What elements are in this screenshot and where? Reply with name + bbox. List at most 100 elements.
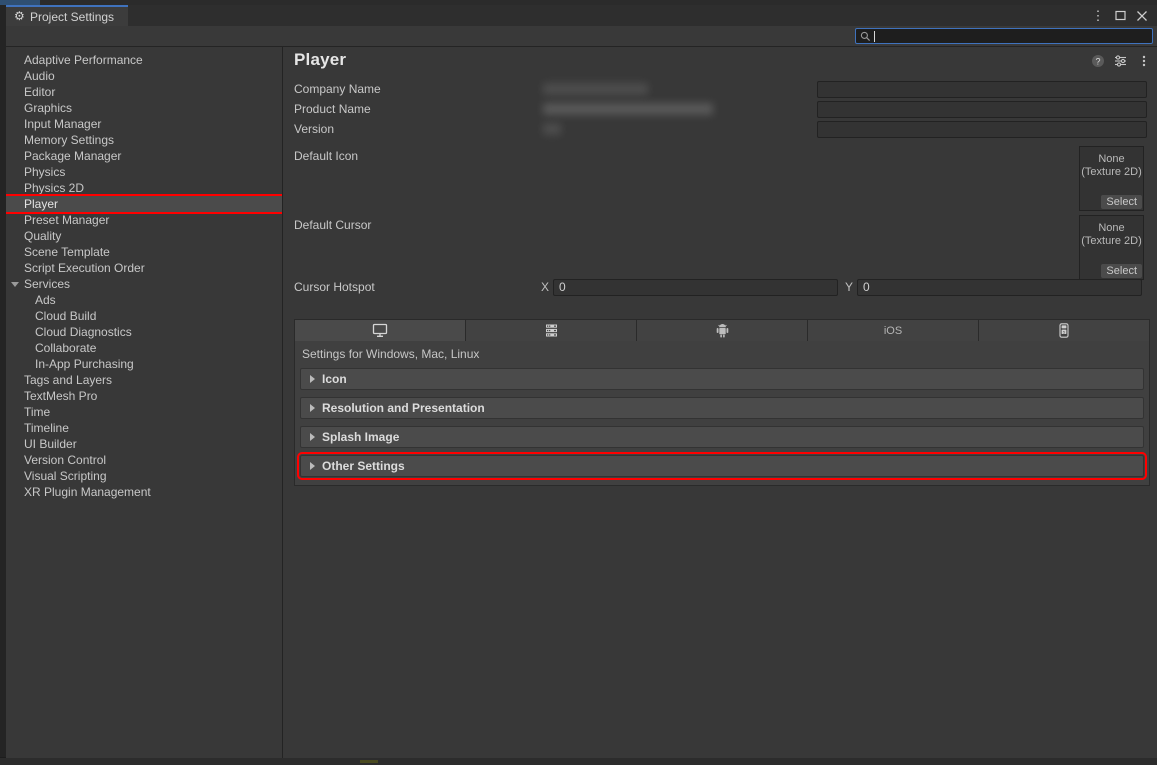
foldout-label: Other Settings: [322, 459, 405, 473]
settings-category-list[interactable]: Adaptive Performance Audio Editor Graphi…: [6, 47, 283, 758]
close-icon[interactable]: [1131, 5, 1153, 26]
platform-tab-bar: iOS 5: [294, 319, 1150, 341]
foldout-resolution-and-presentation[interactable]: Resolution and Presentation: [300, 397, 1144, 419]
sidebar-item-collaborate[interactable]: Collaborate: [6, 340, 282, 356]
page-title: Player: [294, 50, 347, 69]
sidebar-item-label: Visual Scripting: [24, 469, 107, 483]
field-row-company-name: Company Name: [283, 80, 1157, 100]
version-label: Version: [294, 122, 335, 136]
sidebar-item-quality[interactable]: Quality: [6, 228, 282, 244]
hotspot-y-label: Y: [845, 280, 854, 294]
preset-icon[interactable]: [1114, 54, 1128, 68]
sidebar-item-timeline[interactable]: Timeline: [6, 420, 282, 436]
android-tab[interactable]: [637, 320, 808, 341]
sidebar-item-label: Physics 2D: [24, 181, 85, 195]
ios-tab-label: iOS: [883, 324, 903, 337]
default-cursor-slot[interactable]: None (Texture 2D) Select: [1079, 215, 1144, 280]
sidebar-item-label: Collaborate: [35, 341, 97, 355]
sidebar-item-label: Script Execution Order: [24, 261, 145, 275]
sidebar-item-label: Preset Manager: [24, 213, 110, 227]
default-cursor-select-button[interactable]: Select: [1101, 264, 1142, 278]
foldout-label: Splash Image: [322, 430, 400, 444]
project-settings-window: ⚙ Project Settings ⋮ Adaptive Performanc…: [0, 0, 1157, 765]
player-settings-panel: Player ? Company Name Product Name Versi…: [283, 47, 1157, 758]
sidebar-item-label: Time: [24, 405, 51, 419]
search-box[interactable]: [855, 28, 1153, 44]
search-input[interactable]: [875, 29, 1148, 43]
version-redacted-value: [543, 123, 561, 135]
slot-type-label: (Texture 2D): [1081, 166, 1142, 178]
default-cursor-slot-text: None (Texture 2D): [1080, 222, 1143, 248]
sidebar-item-label: Audio: [24, 69, 55, 83]
chevron-right-icon: [310, 462, 315, 470]
hotspot-y-input[interactable]: 0: [857, 279, 1142, 296]
sidebar-item-label: Quality: [24, 229, 62, 243]
sidebar-item-audio[interactable]: Audio: [6, 68, 282, 84]
default-icon-label: Default Icon: [294, 149, 359, 163]
sidebar-item-ads[interactable]: Ads: [6, 292, 282, 308]
more-menu-icon[interactable]: [1137, 54, 1151, 68]
platform-tab-body: Settings for Windows, Mac, Linux Icon Re…: [294, 341, 1150, 486]
company-name-input[interactable]: [817, 81, 1147, 98]
search-toolbar: [6, 26, 1157, 47]
version-input[interactable]: [817, 121, 1147, 138]
sidebar-item-tags-and-layers[interactable]: Tags and Layers: [6, 372, 282, 388]
foldout-splash-image[interactable]: Splash Image: [300, 426, 1144, 448]
sidebar-item-package-manager[interactable]: Package Manager: [6, 148, 282, 164]
sidebar-item-adaptive-performance[interactable]: Adaptive Performance: [6, 52, 282, 68]
tab-project-settings[interactable]: ⚙ Project Settings: [6, 5, 129, 26]
company-name-label: Company Name: [294, 82, 381, 96]
sidebar-item-label: TextMesh Pro: [24, 389, 98, 403]
sidebar-item-label: Timeline: [24, 421, 69, 435]
standalone-tab[interactable]: [295, 320, 466, 341]
main-split: Adaptive Performance Audio Editor Graphi…: [6, 47, 1157, 758]
sidebar-item-preset-manager[interactable]: Preset Manager: [6, 212, 282, 228]
maximize-icon[interactable]: [1109, 5, 1131, 26]
sidebar-item-xr-plugin-management[interactable]: XR Plugin Management: [6, 484, 282, 500]
default-icon-slot[interactable]: None (Texture 2D) Select: [1079, 146, 1144, 211]
sidebar-item-physics[interactable]: Physics: [6, 164, 282, 180]
window-menu-icon[interactable]: ⋮: [1087, 5, 1109, 26]
sidebar-item-memory-settings[interactable]: Memory Settings: [6, 132, 282, 148]
dedicated-server-tab[interactable]: [466, 320, 637, 341]
default-icon-select-button[interactable]: Select: [1101, 195, 1142, 209]
sidebar-item-label: Package Manager: [24, 149, 122, 163]
sidebar-item-physics-2d[interactable]: Physics 2D: [6, 180, 282, 196]
sidebar-item-graphics[interactable]: Graphics: [6, 100, 282, 116]
sidebar-item-ui-builder[interactable]: UI Builder: [6, 436, 282, 452]
sidebar-item-services[interactable]: Services: [6, 276, 282, 292]
product-name-label: Product Name: [294, 102, 371, 116]
background-window-bottom-strip: [0, 757, 1157, 765]
sidebar-item-editor[interactable]: Editor: [6, 84, 282, 100]
foldout-other-settings[interactable]: Other Settings: [297, 452, 1147, 480]
sidebar-item-in-app-purchasing[interactable]: In-App Purchasing: [6, 356, 282, 372]
company-name-redacted-value: [543, 83, 648, 95]
sidebar-item-label: Physics: [24, 165, 66, 179]
sidebar-item-time[interactable]: Time: [6, 404, 282, 420]
sidebar-item-label: In-App Purchasing: [35, 357, 134, 371]
sidebar-item-player[interactable]: Player: [6, 194, 282, 214]
sidebar-item-cloud-build[interactable]: Cloud Build: [6, 308, 282, 324]
sidebar-item-label: UI Builder: [24, 437, 77, 451]
sidebar-item-scene-template[interactable]: Scene Template: [6, 244, 282, 260]
tvos-tab[interactable]: 5: [979, 320, 1149, 341]
help-icon[interactable]: ?: [1091, 54, 1105, 68]
hotspot-x-input[interactable]: 0: [553, 279, 838, 296]
window-titlebar: ⚙ Project Settings ⋮: [6, 5, 1157, 26]
product-name-input[interactable]: [817, 101, 1147, 118]
sidebar-item-visual-scripting[interactable]: Visual Scripting: [6, 468, 282, 484]
sidebar-item-label: Tags and Layers: [24, 373, 113, 387]
sidebar-item-label: Version Control: [24, 453, 107, 467]
chevron-down-icon[interactable]: [11, 282, 19, 287]
ios-tab[interactable]: iOS: [808, 320, 979, 341]
sidebar-item-textmesh-pro[interactable]: TextMesh Pro: [6, 388, 282, 404]
sidebar-item-input-manager[interactable]: Input Manager: [6, 116, 282, 132]
product-name-redacted-value: [543, 103, 713, 115]
foldout-icon[interactable]: Icon: [300, 368, 1144, 390]
sidebar-item-script-execution-order[interactable]: Script Execution Order: [6, 260, 282, 276]
sidebar-item-version-control[interactable]: Version Control: [6, 452, 282, 468]
platform-settings-panel: iOS 5 Settings for Windows, Mac, Linux I…: [294, 319, 1150, 486]
player-form: Company Name Product Name Version Defaul…: [283, 80, 1157, 300]
sidebar-item-cloud-diagnostics[interactable]: Cloud Diagnostics: [6, 324, 282, 340]
field-row-default-icon: Default Icon None (Texture 2D) Select: [283, 140, 1157, 211]
